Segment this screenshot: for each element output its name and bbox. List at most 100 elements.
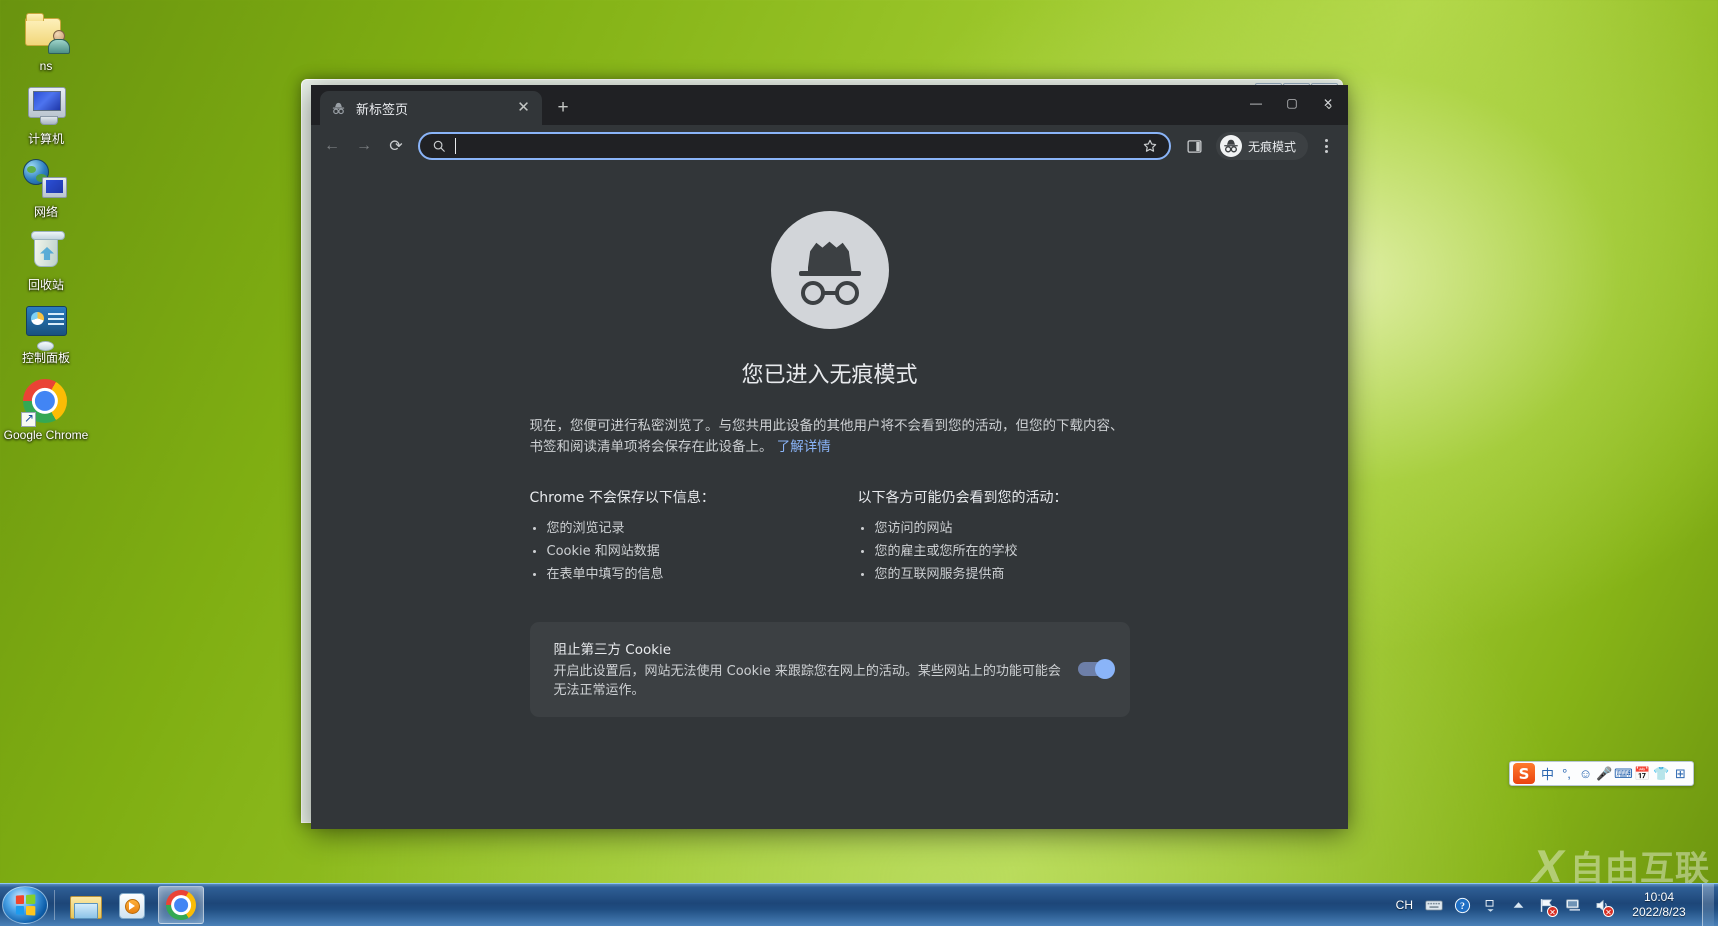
reload-button[interactable]: ⟳ — [381, 131, 411, 161]
ime-mode-chinese[interactable]: 中 — [1538, 763, 1557, 784]
window-maximize-button[interactable]: ▢ — [1274, 90, 1310, 116]
volume-icon[interactable]: ✕ — [1591, 894, 1613, 916]
star-icon[interactable] — [1141, 137, 1159, 155]
list-item: 您的浏览记录 — [530, 519, 802, 538]
list-item: 在表单中填写的信息 — [530, 565, 802, 584]
ime-soft-keyboard-icon[interactable]: ⌨ — [1614, 763, 1633, 784]
incognito-label: 无痕模式 — [1248, 138, 1296, 155]
muted-badge: ✕ — [1603, 906, 1614, 917]
ime-toolbar[interactable]: S 中 °, ☺ 🎤 ⌨ 📅 👕 ⊞ — [1509, 761, 1694, 786]
taskbar-clock[interactable]: 10:04 2022/8/23 — [1616, 890, 1702, 920]
third-party-cookie-card: 阻止第三方 Cookie 开启此设置后，网站无法使用 Cookie 来跟踪您在网… — [530, 622, 1130, 717]
sogou-logo-icon[interactable]: S — [1513, 763, 1535, 784]
help-icon[interactable]: ? — [1451, 894, 1473, 916]
cookie-card-description: 开启此设置后，网站无法使用 Cookie 来跟踪您在网上的活动。某些网站上的功能… — [554, 662, 1064, 700]
desktop-icon-label: ns — [2, 59, 90, 73]
back-button[interactable]: ← — [317, 131, 347, 161]
desktop-icon-control-panel[interactable]: 控制面板 — [0, 296, 92, 369]
column-heading: Chrome 不会保存以下信息： — [530, 487, 802, 507]
desktop-icon-ns[interactable]: ns — [0, 4, 92, 77]
block-third-party-cookies-toggle[interactable] — [1078, 662, 1112, 676]
desktop-icon-computer[interactable]: 计算机 — [0, 77, 92, 150]
incognito-avatar-icon — [1220, 135, 1242, 157]
taskbar-item-windows-explorer[interactable] — [62, 886, 108, 924]
browser-toolbar: ← → ⟳ — [311, 125, 1348, 167]
list-item: 您的互联网服务提供商 — [858, 565, 1130, 584]
desktop-icon-network[interactable]: 网络 — [0, 150, 92, 223]
windows-taskbar: CH ? ✕ — [0, 883, 1718, 926]
network-icon — [23, 156, 69, 202]
list-item: Cookie 和网站数据 — [530, 542, 802, 561]
intro-paragraph: 现在，您便可进行私密浏览了。与您共用此设备的其他用户将不会看到您的活动，但您的下… — [530, 416, 1130, 458]
column-still-visible: 以下各方可能仍会看到您的活动： 您访问的网站 您的雇主或您所在的学校 您的互联网… — [858, 487, 1130, 588]
info-columns: Chrome 不会保存以下信息： 您的浏览记录 Cookie 和网站数据 在表单… — [530, 487, 1130, 588]
desktop-icon-label: Google Chrome — [2, 428, 90, 442]
watermark-logo: X — [1528, 843, 1568, 889]
taskbar-item-media-player[interactable] — [110, 886, 156, 924]
text-caret — [455, 138, 456, 154]
window-close-button[interactable]: ✕ — [1310, 90, 1346, 116]
forward-button[interactable]: → — [349, 131, 379, 161]
show-desktop-button[interactable] — [1702, 884, 1714, 926]
ime-skin-icon[interactable]: 👕 — [1652, 763, 1671, 784]
new-tab-page: 您已进入无痕模式 现在，您便可进行私密浏览了。与您共用此设备的其他用户将不会看到… — [311, 167, 1348, 829]
chrome-browser-window: 新标签页 ✕ + ⌄ — ▢ ✕ ← → ⟳ — [311, 85, 1348, 829]
desktop-icon-list: ns 计算机 网络 回收站 控制面板 Google Chrome — [0, 4, 92, 446]
control-panel-icon — [23, 302, 69, 348]
address-bar-input[interactable] — [455, 138, 1132, 154]
address-bar[interactable] — [418, 132, 1171, 160]
tab-close-icon[interactable]: ✕ — [515, 100, 532, 117]
chevron-up-icon[interactable] — [1507, 894, 1529, 916]
tab-title: 新标签页 — [356, 99, 506, 118]
column-list: 您的浏览记录 Cookie 和网站数据 在表单中填写的信息 — [530, 519, 802, 584]
network-status-icon[interactable] — [1563, 894, 1585, 916]
taskbar-item-google-chrome[interactable] — [158, 886, 204, 924]
desktop-icon-label: 网络 — [2, 205, 90, 219]
clock-date: 2022/8/23 — [1620, 905, 1698, 920]
incognito-indicator[interactable]: 无痕模式 — [1216, 132, 1308, 160]
ime-calendar-icon[interactable]: 📅 — [1633, 763, 1652, 784]
desktop-icon-recycle-bin[interactable]: 回收站 — [0, 223, 92, 296]
system-tray: CH ? ✕ — [1389, 884, 1718, 926]
show-hidden-icons-icon[interactable] — [1479, 894, 1501, 916]
incognito-favicon-icon — [330, 100, 347, 117]
recycle-bin-icon — [23, 229, 69, 275]
learn-more-link[interactable]: 了解详情 — [777, 439, 831, 455]
window-controls: — ▢ ✕ — [1238, 90, 1346, 116]
folder-user-icon — [23, 10, 69, 56]
desktop-icon-google-chrome[interactable]: Google Chrome — [0, 369, 92, 446]
ime-toolbox-icon[interactable]: ⊞ — [1671, 763, 1690, 784]
window-minimize-button[interactable]: — — [1238, 90, 1274, 116]
ime-emoji-icon[interactable]: ☺ — [1576, 763, 1595, 784]
glasses-shape — [801, 281, 859, 305]
tray-language-indicator[interactable]: CH — [1389, 898, 1420, 912]
explorer-icon — [70, 892, 100, 918]
ime-voice-icon[interactable]: 🎤 — [1595, 763, 1614, 784]
desktop-icon-label: 控制面板 — [2, 351, 90, 365]
kebab-menu-icon[interactable] — [1312, 132, 1340, 160]
media-player-icon — [119, 892, 147, 918]
action-center-flag-icon[interactable]: ✕ — [1535, 894, 1557, 916]
shortcut-arrow-icon — [21, 412, 36, 427]
incognito-hero-icon — [771, 211, 889, 329]
new-tab-button[interactable]: + — [549, 94, 577, 122]
list-item: 您的雇主或您所在的学校 — [858, 542, 1130, 561]
cookie-card-title: 阻止第三方 Cookie — [554, 638, 1064, 658]
tab-new-tab-page[interactable]: 新标签页 ✕ — [320, 91, 542, 125]
ime-punctuation-icon[interactable]: °, — [1557, 763, 1576, 784]
page-title: 您已进入无痕模式 — [741, 357, 917, 389]
chrome-icon — [166, 890, 196, 920]
search-icon — [432, 139, 446, 153]
side-panel-icon[interactable] — [1180, 131, 1210, 161]
clock-time: 10:04 — [1620, 890, 1698, 905]
taskbar-separator — [54, 890, 55, 920]
keyboard-icon[interactable] — [1423, 894, 1445, 916]
column-heading: 以下各方可能仍会看到您的活动： — [858, 487, 1130, 507]
tab-strip: 新标签页 ✕ + ⌄ — ▢ ✕ — [311, 85, 1348, 125]
desktop-icon-label: 回收站 — [2, 278, 90, 292]
windows-logo-icon — [16, 894, 35, 915]
svg-text:?: ? — [1460, 901, 1465, 912]
error-badge: ✕ — [1547, 906, 1558, 917]
column-list: 您访问的网站 您的雇主或您所在的学校 您的互联网服务提供商 — [858, 519, 1130, 584]
start-button[interactable] — [2, 886, 48, 924]
